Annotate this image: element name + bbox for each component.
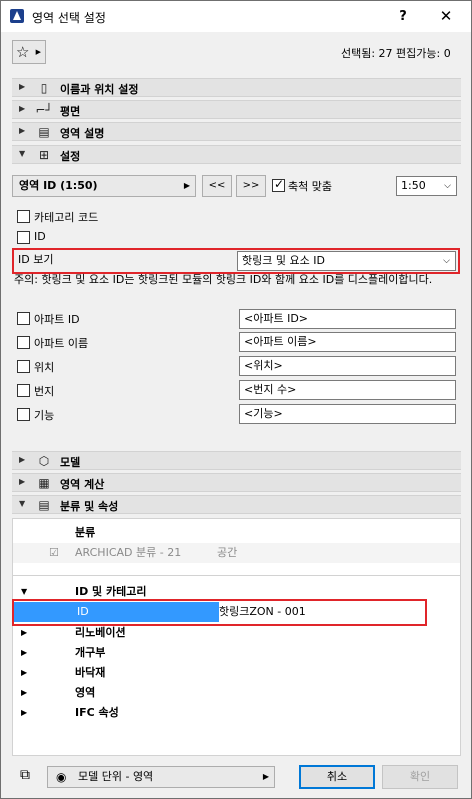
- favorites-button[interactable]: ☆ ▶: [12, 40, 46, 64]
- eye-icon: ◉: [56, 770, 67, 784]
- apartment-name-label: 아파트 이름: [34, 337, 89, 350]
- classification-row[interactable]: ☑ ARCHICAD 분류 - 21 공간: [13, 543, 460, 563]
- address-label: 번지: [34, 385, 55, 398]
- expand-icon: ▶: [21, 688, 28, 697]
- section-zone-description[interactable]: ▶ ▤ 영역 설명: [12, 122, 461, 141]
- id-label: ID: [34, 230, 46, 243]
- help-button[interactable]: ?: [389, 7, 417, 27]
- expand-icon: ▶: [19, 477, 26, 486]
- group-renovation[interactable]: ▶ 리노베이션: [13, 623, 460, 643]
- highlight-box-id-view: [12, 248, 460, 274]
- location-checkbox[interactable]: [17, 360, 30, 373]
- scale-fit-checkbox[interactable]: [272, 177, 285, 192]
- function-field[interactable]: <기능>: [239, 404, 456, 424]
- chevron-right-icon: ▶: [35, 48, 41, 56]
- id-checkbox[interactable]: [17, 231, 30, 244]
- location-label: 위치: [34, 361, 55, 374]
- cube-icon: ⬡: [38, 454, 50, 468]
- expand-icon: ▶: [19, 82, 26, 91]
- classification-tree: 분류 ☑ ARCHICAD 분류 - 21 공간 ▼ ID 및 카테고리 ID …: [12, 518, 461, 756]
- group-ifc-properties[interactable]: ▶ IFC 속성: [13, 703, 460, 723]
- star-icon: ☆: [16, 43, 30, 61]
- chevron-down-icon: ⌵: [444, 181, 451, 191]
- function-label: 기능: [34, 409, 55, 422]
- category-code-label: 카테고리 코드: [34, 211, 99, 224]
- id-view-note: 주의: 핫링크 및 요소 ID는 핫링크된 모듈의 핫링크 ID와 함께 요소 …: [14, 273, 433, 286]
- next-button[interactable]: >>: [236, 175, 266, 197]
- chevron-right-icon: ▶: [183, 181, 190, 190]
- previous-button[interactable]: <<: [202, 175, 232, 197]
- section-floor-plan[interactable]: ▶ ⌐┘ 평면: [12, 100, 461, 119]
- section-settings[interactable]: ▼ ⊞ 설정: [12, 145, 461, 164]
- address-checkbox[interactable]: [17, 384, 30, 397]
- collapse-icon: ▼: [19, 149, 26, 158]
- zone-id-combo[interactable]: 영역 ID (1:50) ▶: [12, 175, 196, 197]
- expand-icon: ▶: [21, 648, 28, 657]
- section-model[interactable]: ▶ ⬡ 모델: [12, 451, 461, 470]
- title-bar: 영역 선택 설정 ? ✕: [1, 1, 471, 32]
- scale-select[interactable]: 1:50 ⌵: [396, 176, 457, 196]
- ok-button[interactable]: 확인: [382, 765, 458, 789]
- expand-icon: ▶: [19, 126, 26, 135]
- close-button[interactable]: ✕: [432, 5, 460, 27]
- section-zone-calculation[interactable]: ▶ ▦ 영역 계산: [12, 473, 461, 492]
- calculator-icon: ▦: [38, 476, 50, 490]
- expand-icon: ▶: [19, 455, 26, 464]
- collapse-icon: ▼: [19, 499, 26, 508]
- settings-icon: ⊞: [38, 148, 50, 162]
- highlight-box-id-row: [12, 599, 427, 626]
- document-icon: ▯: [40, 81, 48, 95]
- group-zone[interactable]: ▶ 영역: [13, 683, 460, 703]
- checked-icon: ☑: [49, 546, 59, 559]
- apartment-name-field[interactable]: <아파트 이름>: [239, 332, 456, 352]
- expand-icon: ▶: [19, 104, 26, 113]
- function-checkbox[interactable]: [17, 408, 30, 421]
- layer-combo[interactable]: ◉ 모델 단위 - 영역 ▶: [47, 766, 275, 788]
- address-field[interactable]: <번지 수>: [239, 380, 456, 400]
- group-openings[interactable]: ▶ 개구부: [13, 643, 460, 663]
- layer-icon: ⧉: [20, 767, 30, 783]
- keyboard-icon: ▤: [38, 125, 50, 139]
- scale-fit-label: 축척 맞춤: [288, 180, 332, 193]
- floor-plan-icon: ⌐┘: [35, 103, 53, 117]
- apartment-id-checkbox[interactable]: [17, 312, 30, 325]
- expand-icon: ▶: [21, 668, 28, 677]
- divider: [13, 575, 460, 576]
- section-classification-properties[interactable]: ▼ ▤ 분류 및 속성: [12, 495, 461, 514]
- apartment-id-label: 아파트 ID: [34, 313, 80, 326]
- archicad-icon: [10, 9, 24, 23]
- apartment-id-field[interactable]: <아파트 ID>: [239, 309, 456, 329]
- list-icon: ▤: [38, 498, 50, 512]
- cancel-button[interactable]: 취소: [299, 765, 375, 789]
- location-field[interactable]: <위치>: [239, 356, 456, 376]
- group-flooring[interactable]: ▶ 바닥재: [13, 663, 460, 683]
- dialog-title: 영역 선택 설정: [32, 11, 106, 25]
- dialog-window: 영역 선택 설정 ? ✕ ☆ ▶ 선택됨: 27 편집가능: 0 ▶ ▯ 이름과 …: [0, 0, 472, 799]
- classification-header: 분류: [75, 526, 96, 539]
- section-name-location[interactable]: ▶ ▯ 이름과 위치 설정: [12, 78, 461, 97]
- chevron-right-icon: ▶: [262, 772, 269, 781]
- expand-icon: ▶: [21, 708, 28, 717]
- expand-icon: ▶: [21, 628, 28, 637]
- selection-status: 선택됨: 27 편집가능: 0: [341, 47, 451, 60]
- category-code-checkbox[interactable]: [17, 210, 30, 223]
- apartment-name-checkbox[interactable]: [17, 336, 30, 349]
